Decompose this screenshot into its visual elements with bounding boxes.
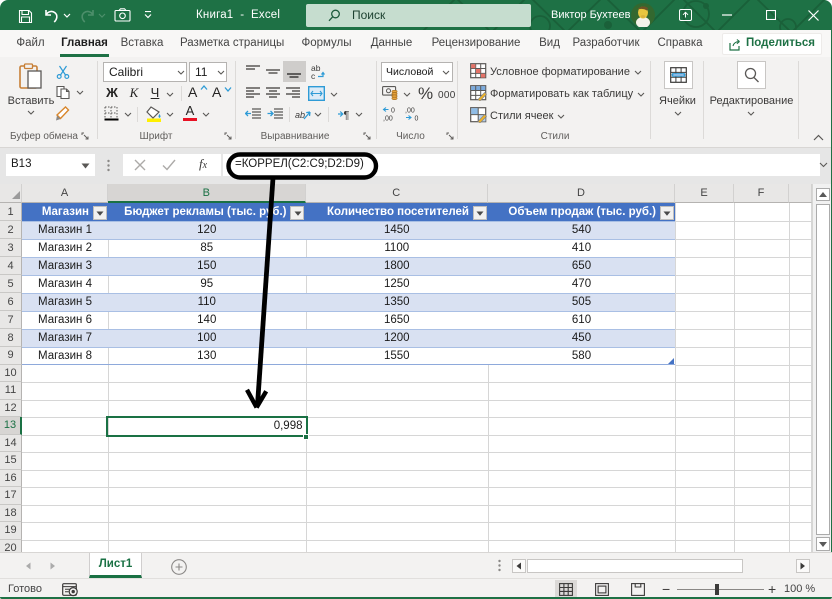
svg-text:ab: ab	[295, 110, 305, 120]
svg-text:0: 0	[415, 116, 419, 123]
svg-text:,00: ,00	[405, 108, 415, 115]
svg-text:,00: ,00	[383, 116, 393, 123]
svg-text:¶: ¶	[344, 110, 350, 122]
svg-text:0: 0	[391, 108, 395, 115]
